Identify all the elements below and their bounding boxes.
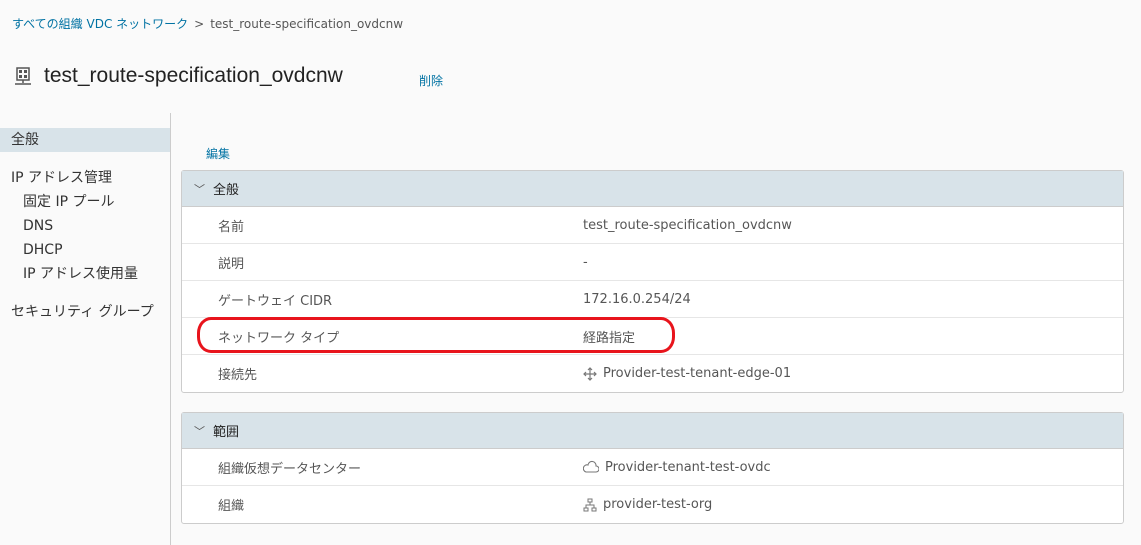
cloud-icon xyxy=(583,460,599,473)
row-value: - xyxy=(583,254,588,270)
detail-row-gateway-cidr: ゲートウェイ CIDR 172.16.0.254/24 xyxy=(182,281,1123,318)
row-label: 説明 xyxy=(218,256,245,272)
edge-gateway-icon xyxy=(583,366,597,381)
row-label: 名前 xyxy=(218,219,245,235)
sidebar-item-ip-management[interactable]: IP アドレス管理 xyxy=(0,166,170,190)
sidebar-item-general[interactable]: 全般 xyxy=(0,128,170,152)
scope-card: ﹀ 範囲 組織仮想データセンター Provider-tenant-test-ovdc… xyxy=(181,412,1124,524)
row-label: 組織 xyxy=(218,499,245,514)
edit-button[interactable]: 編集 xyxy=(206,145,230,162)
breadcrumb: すべての組織 VDC ネットワーク > test_route-specificati… xyxy=(12,15,403,32)
detail-row-name: 名前 test_route-specification_ovdcnw xyxy=(182,207,1123,244)
breadcrumb-current: test_route-specification_ovdcnw xyxy=(210,17,404,31)
general-card: ﹀ 全般 名前 test_route-specification_ovdcnw 説明… xyxy=(181,170,1124,393)
chevron-down-icon: ﹀ xyxy=(194,424,205,438)
detail-row-organization: 組織 provider-test-org xyxy=(182,486,1123,523)
scope-card-header[interactable]: ﹀ 範囲 xyxy=(182,413,1123,449)
org-vdc-link[interactable]: Provider-tenant-test-ovdc xyxy=(605,460,771,475)
row-label: 接続先 xyxy=(218,368,258,383)
detail-row-org-vdc: 組織仮想データセンター Provider-tenant-test-ovdc xyxy=(182,449,1123,486)
detail-row-connection: 接続先 Provider-test-tenant-edge-01 xyxy=(182,355,1123,392)
page-header: test_route-specification_ovdcnw xyxy=(14,64,343,88)
general-card-title: 全般 xyxy=(213,183,240,198)
detail-row-description: 説明 - xyxy=(182,244,1123,281)
organization-link[interactable]: provider-test-org xyxy=(603,497,712,512)
sidebar-item-ip-usage[interactable]: IP アドレス使用量 xyxy=(0,262,170,286)
organization-icon xyxy=(583,498,597,511)
network-icon xyxy=(15,67,31,85)
connection-link[interactable]: Provider-test-tenant-edge-01 xyxy=(603,366,791,381)
row-value: test_route-specification_ovdcnw xyxy=(583,217,792,233)
highlight-annotation xyxy=(197,317,675,353)
chevron-down-icon: ﹀ xyxy=(194,182,205,196)
general-card-header[interactable]: ﹀ 全般 xyxy=(182,171,1123,207)
sidebar-item-dns[interactable]: DNS xyxy=(0,214,170,238)
sidebar: 全般 IP アドレス管理 固定 IP プール DNS DHCP IP アドレス使… xyxy=(0,113,171,545)
breadcrumb-separator: > xyxy=(194,17,205,31)
delete-button[interactable]: 削除 xyxy=(419,72,443,89)
scope-card-title: 範囲 xyxy=(213,425,240,440)
sidebar-item-dhcp[interactable]: DHCP xyxy=(0,238,170,262)
sidebar-item-security-groups[interactable]: セキュリティ グループ xyxy=(0,300,170,324)
breadcrumb-parent-link[interactable]: すべての組織 VDC ネットワーク xyxy=(12,17,188,31)
row-value: 172.16.0.254/24 xyxy=(583,291,691,307)
row-label: 組織仮想データセンター xyxy=(218,461,362,477)
row-label: ゲートウェイ CIDR xyxy=(218,293,333,309)
sidebar-item-static-ip-pool[interactable]: 固定 IP プール xyxy=(0,190,170,214)
page-title: test_route-specification_ovdcnw xyxy=(44,64,343,87)
